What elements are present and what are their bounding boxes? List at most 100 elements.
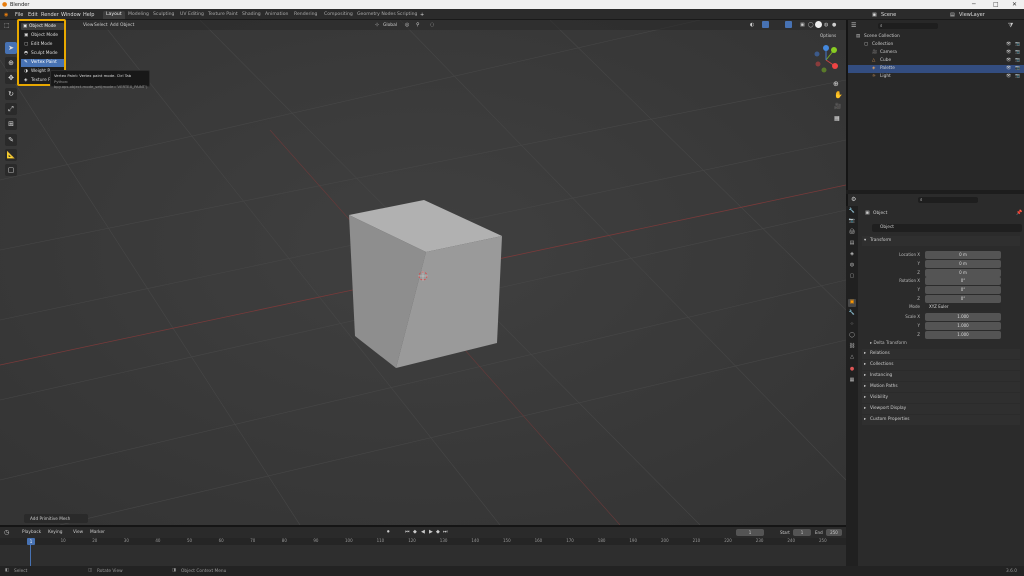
texture-tab-icon[interactable]: ▦	[848, 377, 856, 385]
constraints-tab-icon[interactable]: ⛓	[848, 343, 856, 351]
visibility-eye-icon[interactable]: 👁	[1006, 73, 1011, 81]
shading-material-icon[interactable]: ◍	[824, 22, 828, 28]
menu-edit[interactable]: Edit	[28, 12, 38, 18]
visibility-eye-icon[interactable]: 👁	[1006, 49, 1011, 57]
transform-panel-header[interactable]: ▾ Transform	[862, 236, 1020, 246]
close-button[interactable]: ✕	[1012, 1, 1017, 8]
jump-end-icon[interactable]: ⏭	[443, 529, 448, 535]
minimize-button[interactable]: ─	[972, 1, 976, 8]
scale-tool-icon[interactable]: ⤢	[5, 103, 17, 115]
annotate-tool-icon[interactable]: ✎	[5, 134, 17, 146]
tab-scripting[interactable]: Scripting	[394, 11, 420, 19]
particles-tab-icon[interactable]: ⁘	[848, 321, 856, 329]
timeline-menu-marker[interactable]: Marker	[90, 530, 105, 535]
play-reverse-icon[interactable]: ◀	[421, 529, 425, 535]
properties-panel-header[interactable]: ▸ Viewport Display	[862, 404, 1020, 414]
object-tab-icon[interactable]: ▣	[848, 299, 856, 307]
menu-file[interactable]: File	[15, 12, 23, 18]
transform-orientation-selector[interactable]: Global	[383, 23, 397, 28]
cursor-tool-icon[interactable]: ⊕	[5, 57, 17, 69]
modifier-tab-icon[interactable]: 🔧	[848, 310, 856, 318]
zoom-view-icon[interactable]: ⊕	[833, 80, 839, 88]
y-axis-gizmo-icon[interactable]	[831, 47, 837, 53]
pivot-icon[interactable]: ◎	[405, 22, 409, 28]
timeline-track-area[interactable]	[0, 545, 846, 566]
tab-rendering[interactable]: Rendering	[291, 11, 320, 19]
location-x-field[interactable]: 0 m	[925, 251, 1001, 259]
world-tab-icon[interactable]: ◍	[848, 262, 856, 270]
properties-panel-header[interactable]: ▸ Motion Paths	[862, 382, 1020, 392]
viewport-menu-add[interactable]: Add	[110, 23, 119, 28]
scale-x-field[interactable]: 1.000	[925, 313, 1001, 321]
properties-panel-header[interactable]: ▸ Instancing	[862, 371, 1020, 381]
scale-z-field[interactable]: 1.000	[925, 331, 1001, 339]
rotation-x-field[interactable]: 0°	[925, 277, 1001, 285]
view-layer-tab-icon[interactable]: ▤	[848, 240, 856, 248]
camera-view-icon[interactable]: 🎥	[834, 103, 841, 110]
rotation-z-field[interactable]: 0°	[925, 295, 1001, 303]
blender-menu-icon[interactable]: ◉	[4, 12, 8, 18]
outliner-row[interactable]: ◈ Palette 👁 📷	[848, 65, 1024, 73]
move-tool-icon[interactable]: ✥	[5, 72, 17, 84]
perspective-toggle-icon[interactable]: ▦	[834, 115, 840, 122]
render-visibility-icon[interactable]: 📷	[1015, 57, 1020, 65]
scene-tab-icon[interactable]: ◈	[848, 251, 856, 259]
render-tab-icon[interactable]: 📷	[848, 218, 856, 226]
scale-y-field[interactable]: 1.000	[925, 322, 1001, 330]
material-tab-icon[interactable]: ●	[848, 366, 856, 374]
timeline-menu-playback[interactable]: Playback	[22, 530, 41, 535]
outliner-row[interactable]: ▢ Collection 👁 📷	[848, 41, 1024, 49]
view-layer-selector[interactable]: ViewLayer	[959, 12, 985, 18]
tab-sculpting[interactable]: Sculpting	[150, 11, 177, 19]
mode-menu-item[interactable]: ◓ Sculpt Mode	[21, 50, 64, 58]
tab-layout[interactable]: Layout	[103, 11, 125, 19]
properties-panel-header[interactable]: ▸ Visibility	[862, 393, 1020, 403]
next-key-icon[interactable]: ◆	[436, 529, 440, 535]
outliner-row[interactable]: ▤ Scene Collection	[848, 33, 1024, 41]
rotation-y-field[interactable]: 0°	[925, 286, 1001, 294]
physics-tab-icon[interactable]: ◯	[848, 332, 856, 340]
outliner-editor-icon[interactable]: ☰	[851, 22, 856, 29]
properties-editor-icon[interactable]: ⚙	[851, 196, 856, 203]
shading-solid-icon[interactable]	[815, 21, 822, 28]
playhead-frame-badge[interactable]: 1	[27, 538, 35, 545]
transform-orientation-icon[interactable]: ⊹	[375, 22, 379, 28]
mode-menu-item[interactable]: ✎ Vertex Paint	[21, 59, 64, 67]
visibility-eye-icon[interactable]: 👁	[1006, 65, 1011, 73]
play-icon[interactable]: ▶	[429, 529, 433, 535]
tool-tab-icon[interactable]: 🔧	[848, 208, 856, 216]
delta-transform-subpanel[interactable]: ▸ Delta Transform	[870, 340, 907, 345]
render-visibility-icon[interactable]: 📷	[1015, 41, 1020, 49]
menu-window[interactable]: Window	[61, 12, 81, 18]
tab-uv-editing[interactable]: UV Editing	[177, 11, 207, 19]
object-name-field[interactable]: Object	[872, 224, 1022, 232]
outliner-row[interactable]: 🎥 Camera 👁 📷	[848, 49, 1024, 57]
select-box-tool-icon[interactable]: ➤	[5, 42, 17, 54]
menu-help[interactable]: Help	[83, 12, 94, 18]
end-frame-field[interactable]: 250	[826, 529, 842, 536]
filter-icon[interactable]: ⧩	[1008, 22, 1013, 30]
viewport-menu-select[interactable]: Select	[94, 23, 108, 28]
viewport-menu-object[interactable]: Object	[120, 23, 134, 28]
last-operator-panel[interactable]: Add Primitive Mesh	[24, 514, 88, 523]
tab-texture-paint[interactable]: Texture Paint	[205, 11, 241, 19]
pin-icon[interactable]: 📌	[1016, 210, 1022, 216]
rotate-tool-icon[interactable]: ↻	[5, 88, 17, 100]
tab-animation[interactable]: Animation	[262, 11, 291, 19]
tab-shading[interactable]: Shading	[239, 11, 264, 19]
current-frame-field[interactable]: 1	[736, 529, 764, 536]
scene-selector[interactable]: Scene	[881, 12, 896, 18]
location-z-field[interactable]: 0 m	[925, 269, 1001, 277]
properties-search-input[interactable]: ⌕	[918, 197, 978, 203]
options-dropdown[interactable]: Options	[820, 33, 836, 38]
timeline-menu-keying[interactable]: Keying	[48, 530, 62, 535]
render-visibility-icon[interactable]: 📷	[1015, 49, 1020, 57]
interaction-mode-dropdown[interactable]: ▣ Object Mode	[21, 23, 64, 30]
menu-render[interactable]: Render	[41, 12, 59, 18]
outliner-search-input[interactable]: ⌕	[878, 23, 938, 29]
properties-panel-header[interactable]: ▸ Custom Properties	[862, 415, 1020, 425]
tab-compositing[interactable]: Compositing	[321, 11, 356, 19]
timeline-editor-icon[interactable]: ◷	[4, 529, 9, 536]
jump-start-icon[interactable]: ⏮	[405, 529, 410, 535]
outliner-row[interactable]: △ Cube 👁 📷	[848, 57, 1024, 65]
